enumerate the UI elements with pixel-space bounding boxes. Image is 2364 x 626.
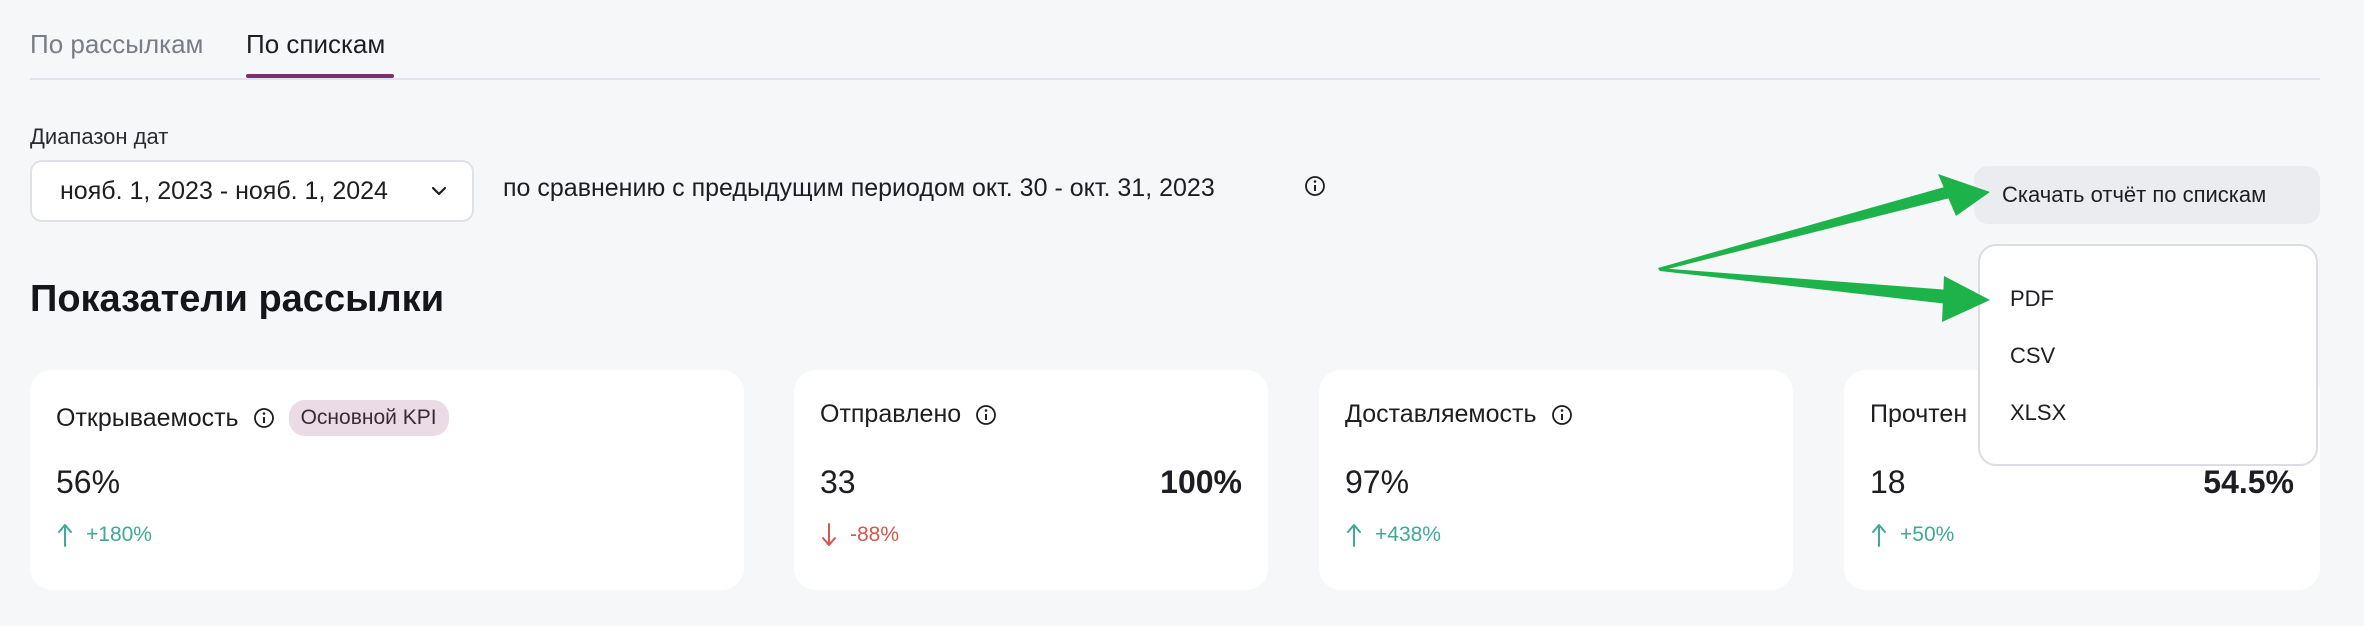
metric-delta: +50% xyxy=(1870,522,1954,548)
date-range-select[interactable]: нояб. 1, 2023 - нояб. 1, 2024 xyxy=(30,160,474,222)
annotation-arrow-to-button xyxy=(1658,174,1990,271)
date-range-value: нояб. 1, 2023 - нояб. 1, 2024 xyxy=(60,176,388,205)
arrow-up-icon xyxy=(1872,524,1886,547)
info-icon[interactable] xyxy=(1304,175,1326,197)
card-title: Открываемость xyxy=(56,403,239,432)
metric-secondary-value: 100% xyxy=(1160,464,1242,500)
date-range-label: Диапазон дат xyxy=(30,124,169,149)
info-icon[interactable] xyxy=(1551,404,1573,426)
card-header: Прочтен xyxy=(1870,400,1967,429)
menu-item-csv[interactable]: CSV xyxy=(2010,343,2055,369)
card-header: Доставляемость xyxy=(1345,400,1573,429)
chevron-down-icon xyxy=(431,186,447,196)
card-title: Доставляемость xyxy=(1345,400,1537,428)
metric-value: 97% xyxy=(1345,464,1410,500)
comparison-text: по сравнению с предыдущим периодом окт. … xyxy=(503,174,1215,202)
metric-value: 56% xyxy=(56,464,121,500)
metric-delta: +180% xyxy=(56,522,152,548)
card-title: Отправлено xyxy=(820,400,962,428)
main-kpi-badge: Основной KPI xyxy=(288,400,449,436)
metric-delta: -88% xyxy=(820,522,899,548)
metric-delta-value: +438% xyxy=(1375,523,1441,546)
card-header: Открываемость Основной KPI xyxy=(56,400,449,436)
metric-value: 33 xyxy=(820,464,856,500)
metric-delta-value: +50% xyxy=(1900,523,1955,546)
metric-delta-value: -88% xyxy=(850,523,900,546)
download-report-label: Скачать отчёт по спискам xyxy=(2002,182,2267,207)
tab-bar: По рассылкам По спискам xyxy=(30,0,2320,80)
card-header: Отправлено xyxy=(820,400,997,429)
tab-by-campaigns[interactable]: По рассылкам xyxy=(30,26,203,62)
annotation-arrow-to-pdf xyxy=(1658,268,1990,322)
arrow-up-icon xyxy=(58,524,72,547)
section-title: Показатели рассылки xyxy=(30,278,445,320)
metric-card-deliverability: Доставляемость 97% +438% xyxy=(1319,370,1793,590)
info-icon[interactable] xyxy=(975,404,997,426)
active-tab-indicator xyxy=(246,74,394,78)
download-format-menu: PDF CSV XLSX xyxy=(1978,244,2318,466)
arrow-down-icon xyxy=(822,523,836,546)
menu-item-pdf[interactable]: PDF xyxy=(2010,286,2054,312)
tab-by-lists[interactable]: По спискам xyxy=(246,26,385,62)
metric-delta-value: +180% xyxy=(86,523,152,546)
info-icon[interactable] xyxy=(253,407,275,429)
arrow-up-icon xyxy=(1347,524,1361,547)
metric-secondary-value: 54.5% xyxy=(2203,464,2294,500)
metric-card-sent: Отправлено 33 100% -88% xyxy=(794,370,1268,590)
card-title: Прочтен xyxy=(1870,400,1968,428)
metric-card-open-rate: Открываемость Основной KPI 56% +180% xyxy=(30,370,744,590)
menu-item-xlsx[interactable]: XLSX xyxy=(2010,400,2066,426)
metric-value: 18 xyxy=(1870,464,1906,500)
download-report-button[interactable]: Скачать отчёт по спискам xyxy=(1974,166,2320,224)
metric-delta: +438% xyxy=(1345,522,1441,548)
